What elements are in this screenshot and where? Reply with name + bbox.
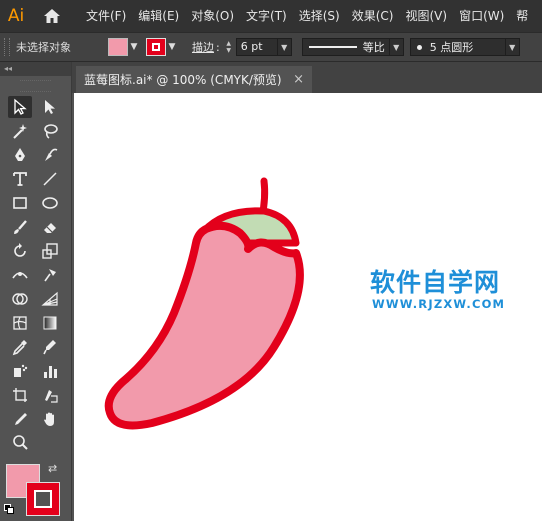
width-tool-icon[interactable] [8, 264, 32, 286]
paintbrush-tool-icon[interactable] [8, 216, 32, 238]
menu-view[interactable]: 视图(V) [399, 0, 453, 32]
eraser-tool-icon[interactable] [38, 216, 62, 238]
menu-help[interactable]: 帮 [510, 0, 534, 32]
zoom-tool-icon[interactable] [8, 432, 32, 454]
slice-tool-icon[interactable] [38, 384, 62, 406]
pencil-shaper-tool-icon[interactable] [8, 408, 32, 430]
curvature-tool-icon[interactable] [38, 144, 62, 166]
artboard-canvas[interactable]: 软件自学网 WWW.RJZXW.COM [74, 93, 542, 521]
stroke-color-box[interactable] [26, 482, 60, 516]
magic-wand-tool-icon[interactable] [8, 120, 32, 142]
lasso-tool-icon[interactable] [38, 120, 62, 142]
watermark-title: 软件自学网 [370, 268, 501, 297]
line-segment-tool-icon[interactable] [38, 168, 62, 190]
brush-definition-select[interactable]: 5 点圆形 [409, 38, 506, 56]
profile-label: 等比 [362, 41, 385, 54]
app-logo: Ai [7, 6, 25, 26]
watermark-url: WWW.RJZXW.COM [372, 297, 506, 311]
column-graph-tool-icon[interactable] [38, 360, 62, 382]
mesh-tool-icon[interactable] [8, 312, 32, 334]
tools-panel-collapse[interactable]: ◂◂ [0, 62, 71, 76]
variable-width-profile-select[interactable]: 等比 [301, 38, 390, 56]
fill-swatch[interactable] [108, 38, 128, 56]
control-bar: 未选择对象 ▼ ▼ 描边 : ▲ ▼ 6 pt ▼ 等比 ▼ 5 点圆形 ▼ [0, 32, 542, 62]
stroke-swatch[interactable] [146, 38, 166, 56]
brush-dropdown-icon[interactable]: ▼ [505, 38, 520, 56]
swap-fill-stroke-icon[interactable]: ⇄ [48, 462, 57, 475]
menu-file[interactable]: 文件(F) [80, 0, 132, 32]
eyedropper-tool-icon[interactable] [8, 336, 32, 358]
menu-type[interactable]: 文字(T) [240, 0, 293, 32]
close-icon[interactable]: × [293, 72, 304, 87]
ellipse-tool-icon[interactable] [38, 192, 62, 214]
direct-selection-tool-icon[interactable] [38, 96, 62, 118]
blend-tool-icon[interactable] [38, 336, 62, 358]
tools-panel-grip[interactable] [20, 80, 51, 92]
brush-label: 5 点圆形 [429, 41, 474, 54]
rectangle-tool-icon[interactable] [8, 192, 32, 214]
menu-select[interactable]: 选择(S) [293, 0, 346, 32]
selection-tool-icon[interactable] [8, 96, 32, 118]
menu-object[interactable]: 对象(O) [185, 0, 240, 32]
rotate-tool-icon[interactable] [8, 240, 32, 262]
shape-builder-tool-icon[interactable] [8, 288, 32, 310]
stroke-label-colon: : [216, 40, 220, 54]
stroke-weight-stepper[interactable]: ▲ ▼ [224, 40, 234, 54]
hand-tool-icon[interactable] [38, 408, 62, 430]
home-icon[interactable] [36, 0, 68, 32]
default-fill-stroke-icon[interactable] [4, 504, 14, 514]
artboard-tool-icon[interactable] [8, 384, 32, 406]
profile-dropdown-icon[interactable]: ▼ [389, 38, 404, 56]
fill-dropdown-chevron-icon[interactable]: ▼ [128, 38, 140, 56]
type-tool-icon[interactable] [8, 168, 32, 190]
stroke-dropdown-chevron-icon[interactable]: ▼ [166, 38, 178, 56]
document-tab[interactable]: 蓝莓图标.ai* @ 100% (CMYK/预览) × [76, 66, 312, 93]
document-tab-title: 蓝莓图标.ai* @ 100% (CMYK/预览) [84, 73, 282, 87]
menu-window[interactable]: 窗口(W) [453, 0, 510, 32]
gradient-tool-icon[interactable] [38, 312, 62, 334]
puppet-warp-tool-icon[interactable] [38, 264, 62, 286]
selection-status: 未选择对象 [16, 41, 71, 54]
tools-panel: ◂◂ ⇄ [0, 62, 72, 521]
pen-tool-icon[interactable] [8, 144, 32, 166]
brush-dot-icon [416, 44, 422, 50]
pepper-body [104, 221, 304, 430]
menu-effect[interactable]: 效果(C) [346, 0, 400, 32]
stroke-weight-dropdown-icon[interactable]: ▼ [277, 38, 292, 56]
perspective-grid-tool-icon[interactable] [38, 288, 62, 310]
menu-bar: Ai 文件(F) 编辑(E) 对象(O) 文字(T) 选择(S) 效果(C) 视… [0, 0, 542, 32]
stroke-label[interactable]: 描边 [192, 39, 214, 55]
stroke-weight-input[interactable]: 6 pt [235, 38, 278, 56]
symbol-sprayer-tool-icon[interactable] [8, 360, 32, 382]
control-bar-grip[interactable] [4, 38, 10, 56]
document-tab-bar: 蓝莓图标.ai* @ 100% (CMYK/预览) × [72, 62, 542, 93]
menu-edit[interactable]: 编辑(E) [132, 0, 185, 32]
scale-tool-icon[interactable] [38, 240, 62, 262]
